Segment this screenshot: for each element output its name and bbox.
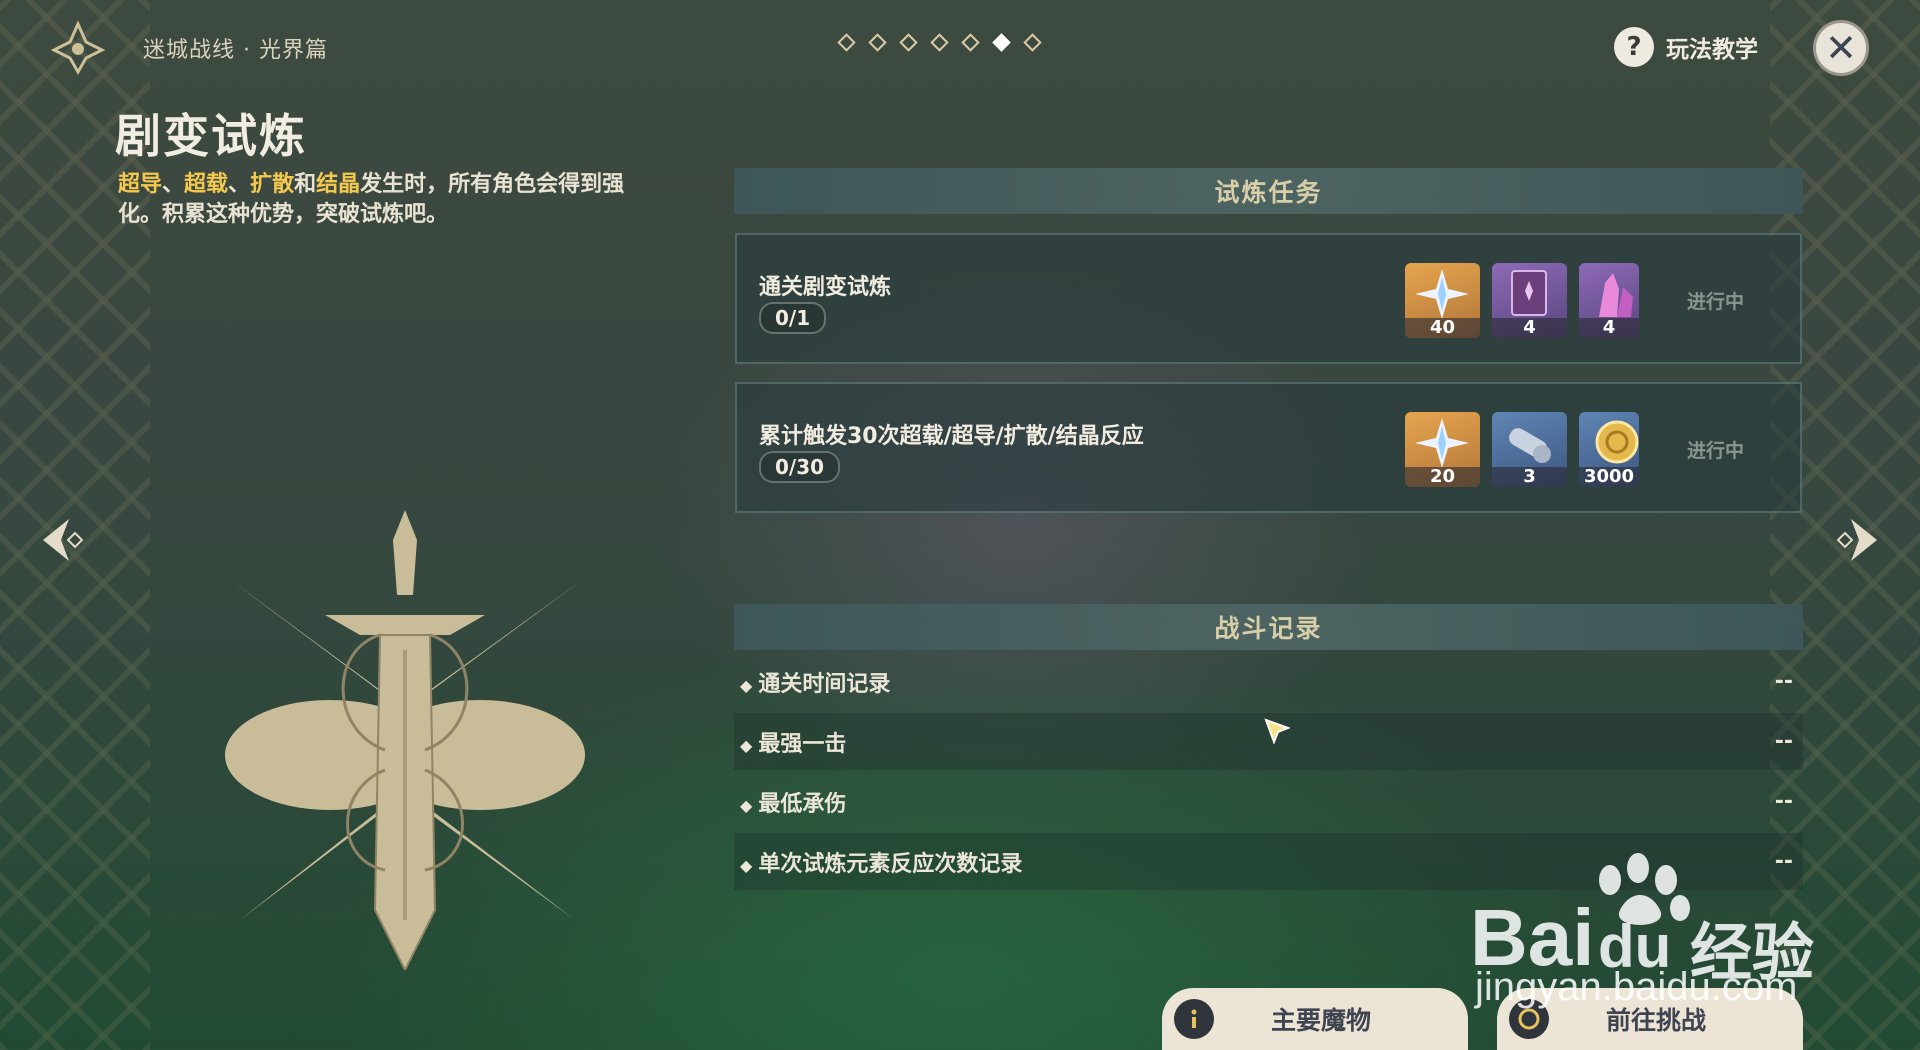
record-label: ◆ 单次试炼元素反应次数记录 [740,846,1022,878]
diamond-bullet-icon: ◆ [740,675,753,695]
primogem-icon [1415,418,1469,468]
record-label: ◆ 最低承伤 [740,786,846,818]
diamond-bullet-icon: ◆ [740,735,753,755]
reward-count: 3 [1492,467,1567,487]
page-dot[interactable] [837,33,856,52]
reward-count: 40 [1405,318,1480,338]
diamond-bullet-icon: ◆ [740,795,753,815]
trial-description: 超导、超载、扩散和结晶发生时，所有角色会得到强化。积累这种优势，突破试炼吧。 [118,170,658,230]
task-row: 累计触发30次超载/超导/扩散/结晶反应 0/30 20 3 3000 进行中 [735,382,1802,513]
previous-page-arrow-icon[interactable] [35,515,85,565]
primogem-icon [1415,269,1469,319]
desc-keyword: 超载 [184,172,229,197]
reward-item[interactable]: 20 [1405,412,1480,487]
task-rewards: 40 4 4 [1405,263,1639,338]
task-progress: 0/30 [759,451,841,483]
record-value: -- [1774,729,1793,754]
record-label: ◆ 通关时间记录 [740,666,890,698]
page-dot-active[interactable] [992,33,1011,52]
record-value: -- [1774,669,1793,694]
page-dot[interactable] [1023,33,1042,52]
record-value: -- [1774,789,1793,814]
desc-text: 和 [294,172,317,197]
next-page-arrow-icon[interactable] [1835,515,1885,565]
event-logo-icon [50,20,106,76]
desc-text: 、 [162,172,185,197]
tasks-section-header: 试炼任务 [734,168,1803,214]
record-label: ◆ 最强一击 [740,726,846,758]
desc-keyword: 超导 [118,172,163,197]
reward-count: 20 [1405,467,1480,487]
desc-keyword: 结晶 [316,172,361,197]
reward-count: 4 [1579,318,1639,338]
diamond-bullet-icon: ◆ [740,855,753,875]
task-status: 进行中 [1687,291,1745,313]
task-status: 进行中 [1687,440,1745,462]
mora-icon [1595,420,1639,464]
help-button[interactable]: ? 玩法教学 [1614,27,1758,67]
reward-item[interactable]: 4 [1492,263,1567,338]
baidu-watermark: Bai du 经验 jingyan.baidu.com [1470,850,1920,1050]
record-row: ◆ 最低承伤 -- [734,773,1803,830]
mystic-enhancement-ore-icon [1509,428,1551,463]
task-rewards: 20 3 3000 [1405,412,1639,487]
mouse-cursor-icon [1264,718,1291,745]
record-row: ◆ 通关时间记录 -- [734,653,1803,710]
reward-count: 3000 [1579,467,1639,487]
page-dot[interactable] [961,33,980,52]
reward-item[interactable]: 3000 [1579,412,1639,487]
desc-text: 、 [228,172,251,197]
reward-count: 4 [1492,318,1567,338]
watermark-url: jingyan.baidu.com [1475,965,1798,1009]
record-label-text: 通关时间记录 [758,671,891,697]
task-row: 通关剧变试炼 0/1 40 4 4 进行中 [735,233,1802,364]
page-dot[interactable] [899,33,918,52]
page-indicator [837,33,1042,52]
info-icon [1174,999,1214,1039]
crystal-ore-icon [1599,273,1633,317]
page-dot[interactable] [930,33,949,52]
question-icon: ? [1614,27,1654,67]
breadcrumb: 迷城战线 · 光界篇 [143,38,328,63]
record-label-text: 最强一击 [758,731,847,757]
close-icon: ✕ [1825,26,1857,70]
page-dot[interactable] [868,33,887,52]
reward-item[interactable]: 4 [1579,263,1639,338]
trial-emblem-icon [210,510,600,973]
close-button[interactable]: ✕ [1813,20,1869,76]
reward-item[interactable]: 3 [1492,412,1567,487]
page-title: 剧变试炼 [115,109,307,163]
task-name: 累计触发30次超载/超导/扩散/结晶反应 [759,424,1144,449]
desc-keyword: 扩散 [250,172,295,197]
reward-item[interactable]: 40 [1405,263,1480,338]
records-section-header: 战斗记录 [734,604,1803,650]
main-monsters-label: 主要魔物 [1270,1006,1371,1035]
wanderers-advice-book-icon [1511,270,1547,316]
task-progress: 0/1 [759,302,827,334]
record-label-text: 单次试炼元素反应次数记录 [758,851,1023,877]
help-label: 玩法教学 [1666,37,1758,63]
main-monsters-button[interactable]: 主要魔物 [1162,988,1468,1050]
task-name: 通关剧变试炼 [759,275,892,300]
record-label-text: 最低承伤 [758,791,847,817]
